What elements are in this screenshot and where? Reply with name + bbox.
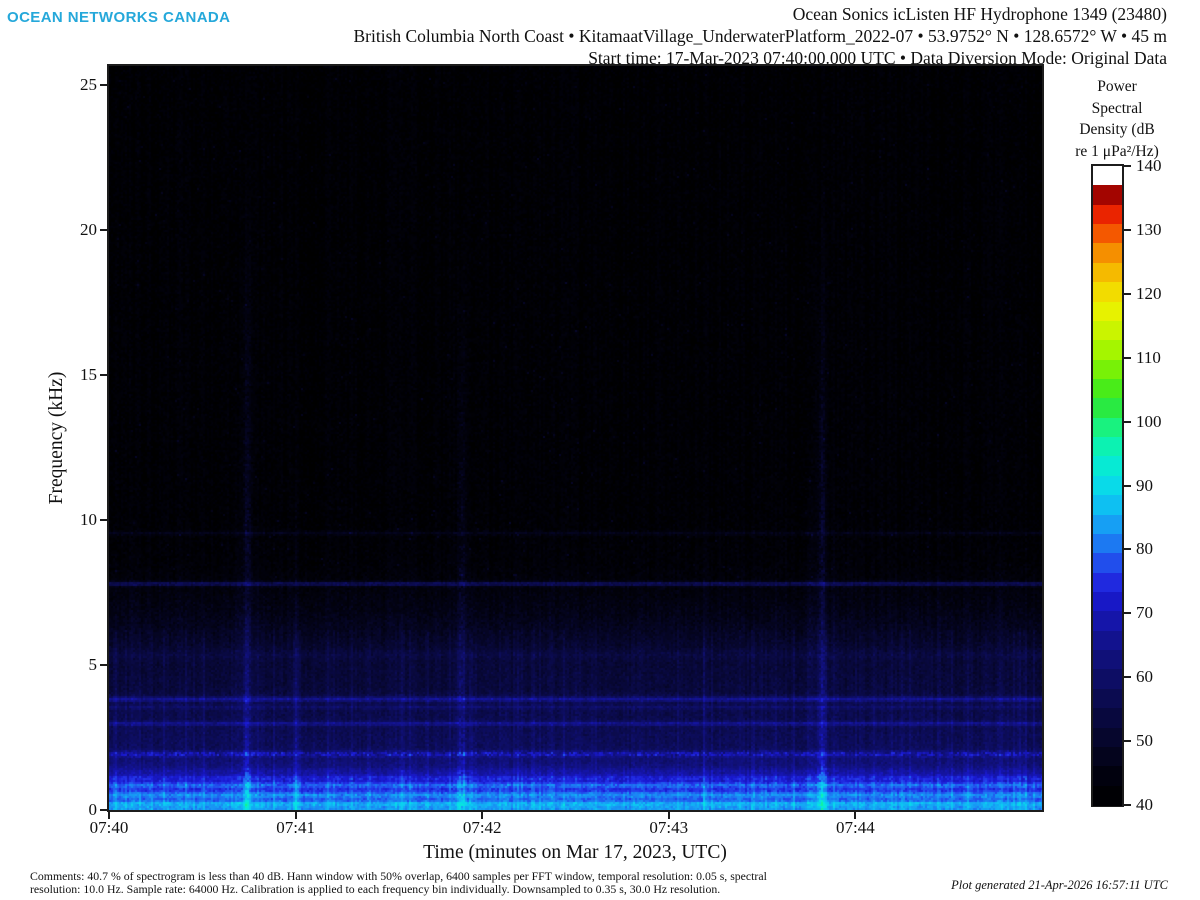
colorbar-tick-label: 130 [1136, 220, 1162, 240]
colorbar-segment [1093, 321, 1122, 341]
colorbar-tick-label: 110 [1136, 348, 1161, 368]
x-tick-label: 07:42 [463, 818, 502, 838]
x-tick-label: 07:43 [649, 818, 688, 838]
colorbar-segment [1093, 456, 1122, 476]
colorbar-tick [1124, 740, 1131, 742]
y-tick-label: 0 [89, 800, 98, 820]
colorbar-tick [1124, 804, 1131, 806]
figure-root: OCEAN NETWORKS CANADA Ocean Sonics icLis… [0, 0, 1200, 900]
spectrogram-canvas [109, 66, 1042, 810]
comments-line-2: resolution: 10.0 Hz. Sample rate: 64000 … [30, 883, 767, 896]
colorbar-segment [1093, 282, 1122, 302]
colorbar-segment [1093, 360, 1122, 380]
colorbar-segment [1093, 302, 1122, 322]
colorbar-segment [1093, 689, 1122, 709]
colorbar-segment [1093, 263, 1122, 283]
x-tick-label: 07:41 [276, 818, 315, 838]
plot-generated-timestamp: Plot generated 21-Apr-2026 16:57:11 UTC [951, 878, 1168, 893]
colorbar-segment [1093, 631, 1122, 651]
colorbar-segment [1093, 418, 1122, 438]
colorbar-segment [1093, 786, 1122, 806]
colorbar-segment [1093, 515, 1122, 535]
colorbar-segment [1093, 379, 1122, 399]
y-tick [100, 809, 107, 811]
colorbar-segment [1093, 437, 1122, 457]
colorbar-segment [1093, 205, 1122, 225]
colorbar-segment [1093, 728, 1122, 748]
y-tick-label: 5 [89, 655, 98, 675]
colorbar-tick [1124, 485, 1131, 487]
colorbar-tick [1124, 548, 1131, 550]
y-tick-label: 15 [80, 365, 97, 385]
colorbar-tick [1124, 421, 1131, 423]
colorbar-tick-label: 90 [1136, 476, 1153, 496]
colorbar-title-line: Power [1075, 76, 1159, 98]
comments-block: Comments: 40.7 % of spectrogram is less … [30, 870, 767, 895]
colorbar-segment [1093, 592, 1122, 612]
y-axis-title: Frequency (kHz) [46, 372, 68, 505]
colorbar-segment [1093, 476, 1122, 496]
colorbar-tick [1124, 165, 1131, 167]
colorbar-segment [1093, 398, 1122, 418]
colorbar-tick [1124, 357, 1131, 359]
colorbar-tick-label: 40 [1136, 795, 1153, 815]
colorbar-segment [1093, 573, 1122, 593]
colorbar-tick [1124, 293, 1131, 295]
colorbar-segment [1093, 650, 1122, 670]
colorbar-tick-label: 60 [1136, 667, 1153, 687]
colorbar [1093, 166, 1122, 805]
colorbar-title-line: Spectral [1075, 98, 1159, 120]
colorbar-segment [1093, 553, 1122, 573]
x-axis-title: Time (minutes on Mar 17, 2023, UTC) [423, 842, 727, 864]
x-tick-label: 07:40 [90, 818, 129, 838]
colorbar-segment [1093, 534, 1122, 554]
y-tick-label: 10 [80, 510, 97, 530]
y-tick [100, 374, 107, 376]
colorbar-tick-label: 70 [1136, 603, 1153, 623]
spectrogram-plot-area [109, 66, 1042, 810]
y-tick-label: 20 [80, 220, 97, 240]
colorbar-segment [1093, 611, 1122, 631]
colorbar-segment [1093, 708, 1122, 728]
colorbar-tick-label: 140 [1136, 156, 1162, 176]
colorbar-title-line: Density (dB [1075, 119, 1159, 141]
colorbar-segment [1093, 766, 1122, 786]
colorbar-tick-label: 50 [1136, 731, 1153, 751]
header-line-instrument: Ocean Sonics icListen HF Hydrophone 1349… [353, 4, 1167, 26]
y-tick [100, 84, 107, 86]
y-tick [100, 229, 107, 231]
y-tick-label: 25 [80, 75, 97, 95]
colorbar-segment [1093, 166, 1122, 186]
y-tick [100, 519, 107, 521]
colorbar-segment [1093, 340, 1122, 360]
header-line-location: British Columbia North Coast • KitamaatV… [353, 26, 1167, 48]
colorbar-segment [1093, 185, 1122, 205]
colorbar-segment [1093, 495, 1122, 515]
colorbar-tick-label: 120 [1136, 284, 1162, 304]
colorbar-segment [1093, 224, 1122, 244]
colorbar-segment [1093, 669, 1122, 689]
colorbar-tick-label: 80 [1136, 539, 1153, 559]
colorbar-tick [1124, 676, 1131, 678]
x-tick-label: 07:44 [836, 818, 875, 838]
comments-line-1: Comments: 40.7 % of spectrogram is less … [30, 870, 767, 883]
colorbar-segment [1093, 243, 1122, 263]
colorbar-tick [1124, 612, 1131, 614]
plot-header: Ocean Sonics icListen HF Hydrophone 1349… [353, 4, 1167, 69]
ocean-networks-canada-logo: OCEAN NETWORKS CANADA [7, 9, 230, 26]
y-tick [100, 664, 107, 666]
colorbar-tick [1124, 229, 1131, 231]
colorbar-title: Power Spectral Density (dB re 1 μPa²/Hz) [1075, 76, 1159, 162]
colorbar-tick-label: 100 [1136, 412, 1162, 432]
colorbar-segment [1093, 747, 1122, 767]
